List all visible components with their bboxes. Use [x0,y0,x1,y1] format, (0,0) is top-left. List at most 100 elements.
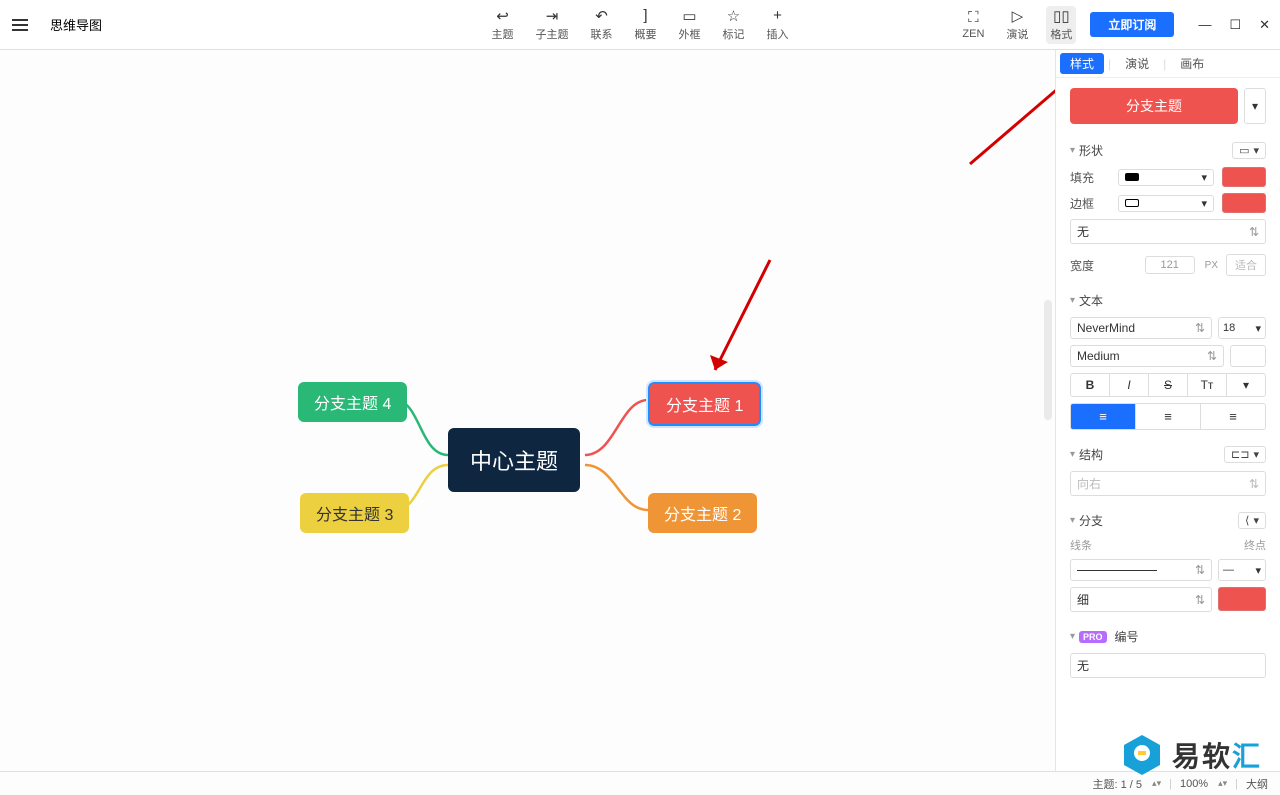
width-input[interactable] [1145,256,1195,274]
toolbar-center: ↩主题 ⇥子主题 ↶联系 ]概要 ▭外框 ☆标记 +插入 [488,6,793,44]
maximize-button[interactable]: ☐ [1229,17,1241,33]
font-weight-select[interactable]: Medium⇅ [1070,345,1224,367]
node-branch-1[interactable]: 分支主题 1 [648,382,761,426]
text-title: 文本 [1079,292,1103,309]
align-center[interactable]: ≡ [1136,404,1201,429]
section-structure: ▾ 结构 ⊏⊐ ▾ 向右⇅ [1070,446,1266,496]
topic-icon: ↩ [495,8,511,24]
top-toolbar: 思维导图 ↩主题 ⇥子主题 ↶联系 ]概要 ▭外框 ☆标记 +插入 ⛶ZEN ▷… [0,0,1280,50]
watermark: 易软汇 [1120,733,1262,777]
line-thickness-select[interactable]: 细⇅ [1070,587,1212,612]
italic-button[interactable]: I [1110,374,1149,396]
chevron-down-icon: ▾ [1070,295,1075,306]
chevron-down-icon: ▾ [1070,449,1075,460]
endpoint-select[interactable]: —▾ [1218,559,1266,581]
tool-boundary[interactable]: ▭外框 [675,6,705,44]
tool-summary[interactable]: ]概要 [631,6,661,44]
node-branch-4[interactable]: 分支主题 4 [298,382,407,422]
line-color[interactable] [1218,587,1266,611]
tool-present[interactable]: ▷演说 [1002,6,1032,44]
align-buttons: ≡ ≡ ≡ [1070,403,1266,430]
fill-color[interactable] [1222,167,1266,187]
format-icon: ▯▯ [1053,8,1069,24]
branch-title: 分支 [1079,512,1103,529]
toolbar-right: ⛶ZEN ▷演说 ▯▯格式 立即订阅 — ☐ ✕ [958,6,1270,44]
tool-zen[interactable]: ⛶ZEN [958,8,988,42]
tool-subtopic[interactable]: ⇥子主题 [532,6,573,44]
fill-style-dropdown[interactable]: ▾ [1118,169,1214,186]
pro-badge: PRO [1079,631,1107,643]
text-style-buttons: B I S Tᴛ ▾ [1070,373,1266,397]
section-number: ▾ PRO 编号 无 [1070,628,1266,678]
chevron-down-icon: ▾ [1070,515,1075,526]
status-outline[interactable]: 大纲 [1246,776,1268,792]
number-title: 编号 [1115,628,1139,645]
tool-format[interactable]: ▯▯格式 [1046,6,1076,44]
insert-icon: + [770,8,786,24]
minimize-button[interactable]: — [1198,17,1211,33]
status-topic: 主题: 1 / 5 [1093,776,1143,792]
font-family-select[interactable]: NeverMind⇅ [1070,317,1212,339]
tool-insert[interactable]: +插入 [763,6,793,44]
mindmap-canvas[interactable]: 中心主题 分支主题 1 分支主题 2 分支主题 3 分支主题 4 [0,50,1055,771]
node-branch-3[interactable]: 分支主题 3 [300,493,409,533]
border-color[interactable] [1222,193,1266,213]
topic-stepper[interactable]: ▴▾ [1152,780,1161,787]
text-more-button[interactable]: ▾ [1227,374,1265,396]
format-panel: 样式 | 演说 | 画布 分支主题 ▾ ▾形状 ▭ ▾ 填充 ▾ 边框 ▾ 无⇅… [1055,50,1280,771]
tool-marker[interactable]: ☆标记 [719,6,749,44]
number-select[interactable]: 无 [1070,653,1266,678]
strike-button[interactable]: S [1149,374,1188,396]
border-style-dropdown[interactable]: ▾ [1118,195,1214,212]
tool-relation[interactable]: ↶联系 [587,6,617,44]
tool-topic[interactable]: ↩主题 [488,6,518,44]
vertical-scrollbar[interactable] [1044,300,1052,420]
text-color[interactable] [1230,345,1266,367]
watermark-icon [1120,733,1164,777]
font-size-select[interactable]: 18▾ [1218,317,1266,339]
width-label: 宽度 [1070,257,1110,274]
fill-label: 填充 [1070,169,1110,186]
close-button[interactable]: ✕ [1259,17,1270,33]
tab-style[interactable]: 样式 [1060,53,1104,74]
summary-icon: ] [638,8,654,24]
hamburger-icon [12,19,28,31]
tab-canvas[interactable]: 画布 [1170,53,1214,74]
case-button[interactable]: Tᴛ [1188,374,1227,396]
panel-tabs: 样式 | 演说 | 画布 [1056,50,1280,78]
status-zoom[interactable]: 100% [1180,778,1208,790]
shape-title: 形状 [1079,142,1103,159]
fit-button[interactable]: 适合 [1226,254,1266,276]
window-controls: — ☐ ✕ [1198,17,1270,33]
boundary-icon: ▭ [682,8,698,24]
border-label: 边框 [1070,195,1110,212]
marker-icon: ☆ [726,8,742,24]
align-right[interactable]: ≡ [1201,404,1265,429]
tab-present[interactable]: 演说 [1115,53,1159,74]
topic-type-dropdown[interactable]: ▾ [1244,88,1266,124]
structure-direction[interactable]: 向右⇅ [1070,471,1266,496]
node-branch-2[interactable]: 分支主题 2 [648,493,757,533]
topic-type-label[interactable]: 分支主题 [1070,88,1238,124]
node-center[interactable]: 中心主题 [448,428,580,492]
zoom-stepper[interactable]: ▴▾ [1218,780,1227,787]
branch-preset[interactable]: ⟨ ▾ [1238,512,1266,529]
bold-button[interactable]: B [1071,374,1110,396]
subtopic-icon: ⇥ [544,8,560,24]
border-line-style[interactable]: 无⇅ [1070,219,1266,244]
document-tab[interactable]: 思维导图 [40,15,112,34]
section-shape: ▾形状 ▭ ▾ 填充 ▾ 边框 ▾ 无⇅ 宽度 PX 适合 [1070,142,1266,276]
line-style-select[interactable]: ⇅ [1070,559,1212,581]
chevron-down-icon: ▾ [1070,145,1075,156]
align-left[interactable]: ≡ [1071,404,1136,429]
structure-preset[interactable]: ⊏⊐ ▾ [1224,446,1266,463]
structure-title: 结构 [1079,446,1103,463]
connector-lines [0,50,1055,771]
section-branch: ▾分支 ⟨ ▾ 线条终点 ⇅ —▾ 细⇅ [1070,512,1266,612]
menu-button[interactable] [0,19,40,31]
chevron-down-icon: ▾ [1070,631,1075,642]
shape-preset-dropdown[interactable]: ▭ ▾ [1232,142,1266,159]
relation-icon: ↶ [594,8,610,24]
present-icon: ▷ [1009,8,1025,24]
subscribe-button[interactable]: 立即订阅 [1090,12,1174,37]
